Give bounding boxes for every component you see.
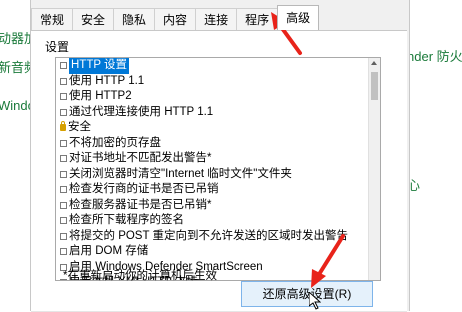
settings-category[interactable]: 安全 <box>56 120 368 136</box>
setting-label: 启用 DOM 存储 <box>69 245 149 257</box>
checkbox[interactable] <box>60 93 67 101</box>
tab-privacy[interactable]: 隐私 <box>113 8 156 30</box>
setting-item[interactable]: 将提交的 POST 重定向到不允许发送的区域时发出警告 <box>56 229 368 245</box>
checkbox[interactable] <box>60 170 67 178</box>
setting-label: 使用 HTTP 1.1 <box>69 74 145 87</box>
setting-label: HTTP 设置 <box>69 58 130 74</box>
setting-label: 检查服务器证书是否已吊销* <box>69 198 212 211</box>
internet-options-dialog: 常规 安全 隐私 内容 连接 程序 高级 设置 HTTP 设置 使用 HTTP 1… <box>30 0 410 312</box>
mouse-cursor-icon <box>309 292 321 310</box>
setting-item[interactable]: HTTP 设置 <box>56 58 368 74</box>
setting-item[interactable]: 使用 HTTP 1.1 <box>56 74 368 90</box>
setting-label: 安全 <box>68 121 91 133</box>
vertical-scrollbar[interactable] <box>368 58 380 280</box>
checkbox[interactable] <box>60 232 67 240</box>
setting-item[interactable]: 对证书地址不匹配发出警告* <box>56 151 368 167</box>
advanced-panel: 设置 HTTP 设置 使用 HTTP 1.1 使用 HTTP2 通过代理连接使用 HT… <box>31 30 407 312</box>
setting-item[interactable]: 启用 DOM 存储 <box>56 244 368 260</box>
tab-advanced[interactable]: 高级 <box>277 5 320 30</box>
setting-item[interactable]: 使用 HTTP2 <box>56 89 368 105</box>
checkbox[interactable] <box>60 155 67 163</box>
checkbox[interactable] <box>60 139 67 147</box>
setting-label: 对证书地址不匹配发出警告* <box>69 152 212 164</box>
setting-item[interactable]: 通过代理连接使用 HTTP 1.1 <box>56 105 368 121</box>
setting-label: 检查发行商的证书是否已吊销 <box>69 183 219 195</box>
settings-list[interactable]: HTTP 设置 使用 HTTP 1.1 使用 HTTP2 通过代理连接使用 HTTP … <box>55 57 381 281</box>
setting-item[interactable]: 关闭浏览器时清空"Internet 临时文件"文件夹 <box>56 167 368 183</box>
setting-label: 将提交的 POST 重定向到不允许发送的区域时发出警告 <box>69 229 348 242</box>
setting-label: 不将加密的页存盘 <box>69 136 161 149</box>
checkbox[interactable] <box>60 186 67 194</box>
setting-label: 通过代理连接使用 HTTP 1.1 <box>69 105 214 118</box>
setting-item[interactable]: 检查服务器证书是否已吊销* <box>56 198 368 214</box>
checkbox[interactable] <box>60 248 67 256</box>
checkbox[interactable] <box>60 217 67 225</box>
restore-advanced-settings-button[interactable]: 还原高级设置(R) <box>241 281 373 307</box>
restart-note: *在重新启动你的计算机后生效 <box>63 270 217 282</box>
lock-icon <box>60 121 66 132</box>
scroll-thumb[interactable] <box>371 72 378 100</box>
tab-bar: 常规 安全 隐私 内容 连接 程序 高级 <box>31 5 409 30</box>
checkbox[interactable] <box>60 108 67 116</box>
tab-connections[interactable]: 连接 <box>195 8 238 30</box>
background-text-right-1: nder 防火 <box>407 49 462 64</box>
settings-group-label: 设置 <box>45 40 70 54</box>
setting-label: 使用 HTTP2 <box>69 90 132 102</box>
setting-item[interactable]: 检查所下载程序的签名 <box>56 213 368 229</box>
checkbox[interactable] <box>60 201 67 209</box>
setting-label: 检查所下载程序的签名 <box>69 214 184 226</box>
settings-rows: HTTP 设置 使用 HTTP 1.1 使用 HTTP2 通过代理连接使用 HTTP … <box>56 58 368 280</box>
setting-item[interactable]: 不将加密的页存盘 <box>56 136 368 152</box>
tab-programs[interactable]: 程序 <box>236 8 279 30</box>
tab-security[interactable]: 安全 <box>72 8 115 30</box>
setting-label: 关闭浏览器时清空"Internet 临时文件"文件夹 <box>69 167 292 180</box>
scroll-up-icon[interactable] <box>371 61 377 65</box>
setting-item[interactable]: 检查发行商的证书是否已吊销 <box>56 182 368 198</box>
tab-general[interactable]: 常规 <box>31 8 74 30</box>
checkbox[interactable] <box>60 62 67 70</box>
checkbox[interactable] <box>60 77 67 85</box>
tab-content[interactable]: 内容 <box>154 8 197 30</box>
